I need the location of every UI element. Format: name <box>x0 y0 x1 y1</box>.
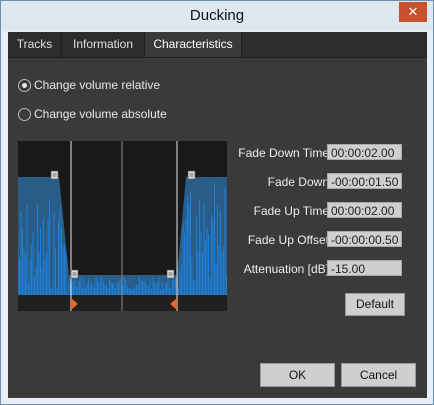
radio-relative-indicator[interactable] <box>18 79 31 92</box>
close-icon: ✕ <box>407 4 419 19</box>
fade-down-field[interactable]: -00:00:01.50 <box>327 173 402 189</box>
ok-button[interactable]: OK <box>260 363 335 387</box>
fade-up-offset-label: Fade Up Offset <box>247 233 329 247</box>
envelope-handle-bottom-left[interactable] <box>70 269 79 279</box>
window-title: Ducking <box>189 7 245 24</box>
dialog-content: Tracks Information Characteristics Chang… <box>8 32 427 398</box>
attenuation-label: Attenuation [dB] <box>243 262 329 276</box>
title-bar[interactable]: Ducking ✕ <box>1 1 433 31</box>
tab-tracks[interactable]: Tracks <box>8 32 62 57</box>
envelope-handle-bottom-right[interactable] <box>166 269 175 279</box>
close-button[interactable]: ✕ <box>399 2 427 22</box>
cancel-button[interactable]: Cancel <box>341 363 416 387</box>
default-button[interactable]: Default <box>345 293 405 316</box>
envelope-handle-top-left[interactable] <box>50 170 59 180</box>
fade-down-time-label: Fade Down Time <box>238 146 329 160</box>
radio-absolute-label: Change volume absolute <box>34 107 167 121</box>
fade-up-time-label: Fade Up Time <box>253 204 329 218</box>
envelope-handle-top-right[interactable] <box>187 170 196 180</box>
radio-absolute-indicator[interactable] <box>18 108 31 121</box>
fade-up-time-field[interactable]: 00:00:02.00 <box>327 202 402 218</box>
tab-characteristics[interactable]: Characteristics <box>145 32 242 57</box>
fade-down-label: Fade Down <box>267 175 329 189</box>
fade-down-time-field[interactable]: 00:00:02.00 <box>327 144 402 160</box>
fade-up-offset-field[interactable]: -00:00:00.50 <box>327 231 402 247</box>
attenuation-field[interactable]: -15.00 <box>327 260 402 276</box>
radio-relative-label: Change volume relative <box>34 78 161 92</box>
ducking-envelope-graph[interactable] <box>18 141 227 311</box>
tab-bar: Tracks Information Characteristics <box>8 32 427 58</box>
tab-information[interactable]: Information <box>62 32 145 57</box>
envelope-svg <box>18 141 227 311</box>
ducking-dialog: Ducking ✕ Tracks Information Characteris… <box>0 0 434 405</box>
